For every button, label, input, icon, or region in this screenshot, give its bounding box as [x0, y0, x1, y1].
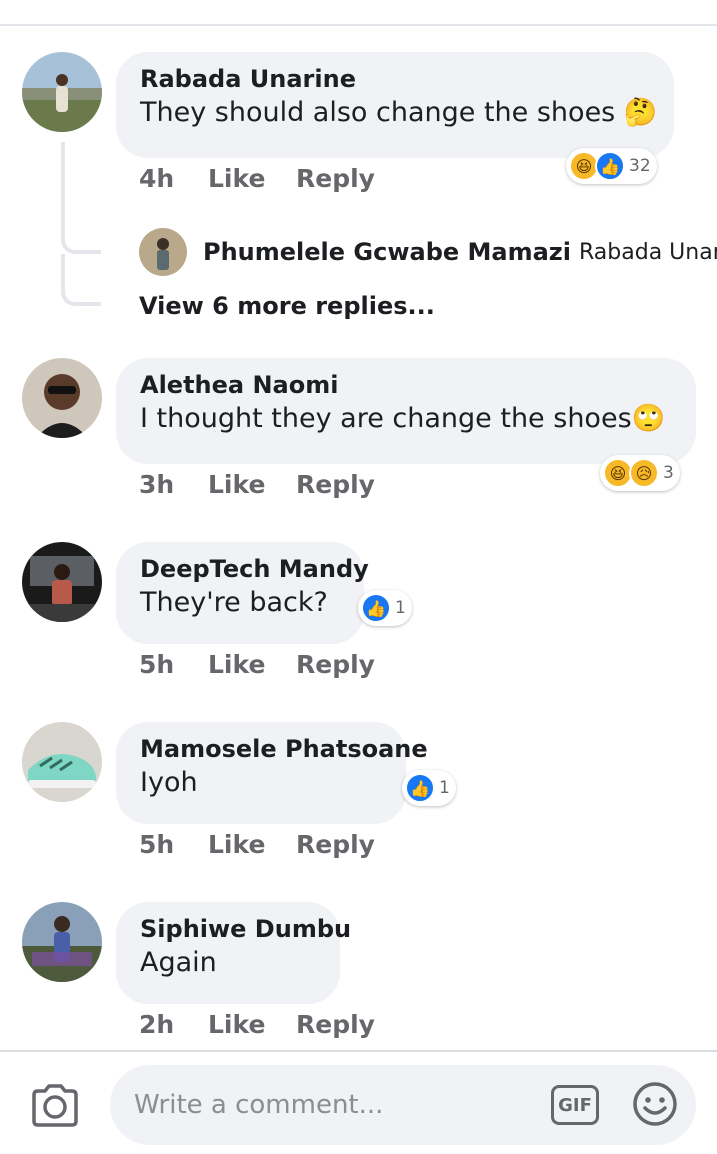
- comment-text: Iyoh: [140, 767, 198, 798]
- comment-author[interactable]: Rabada Unarine: [140, 64, 650, 94]
- reaction-count: 3: [663, 463, 674, 483]
- comment-text: Again: [140, 947, 217, 978]
- reaction-summary[interactable]: 👍 1: [402, 770, 456, 806]
- reaction-count: 32: [629, 156, 651, 176]
- view-more-replies-link[interactable]: View 6 more replies...: [139, 292, 435, 320]
- like-reaction-icon: 👍: [361, 593, 391, 623]
- sad-reaction-icon: 😥: [629, 458, 659, 488]
- comment-timestamp[interactable]: 5h: [139, 650, 174, 679]
- comment-bubble[interactable]: Mamosele Phatsoane Iyoh: [116, 722, 428, 824]
- reply-avatar: [139, 228, 187, 276]
- avatar[interactable]: [22, 358, 102, 438]
- comment-bubble[interactable]: Alethea Naomi I thought they are change …: [116, 358, 696, 464]
- comment-composer: GIF: [0, 1050, 717, 1154]
- thread-connector: [61, 142, 101, 254]
- comment-bubble[interactable]: Rabada Unarine They should also change t…: [116, 52, 674, 158]
- reaction-count: 1: [439, 778, 450, 798]
- avatar[interactable]: [22, 722, 102, 802]
- comment-author[interactable]: Siphiwe Dumbu: [140, 914, 351, 944]
- thread-connector: [61, 254, 101, 306]
- like-button[interactable]: Like: [208, 470, 265, 499]
- comment-text: They should also change the shoes 🤔: [140, 97, 658, 128]
- top-divider: [0, 24, 717, 26]
- camera-icon[interactable]: [30, 1083, 80, 1127]
- reply-button[interactable]: Reply: [296, 1010, 375, 1039]
- like-button[interactable]: Like: [208, 164, 265, 193]
- reaction-summary[interactable]: 👍 1: [358, 590, 412, 626]
- like-button[interactable]: Like: [208, 650, 265, 679]
- comment-author[interactable]: DeepTech Mandy: [140, 554, 369, 584]
- reply-button[interactable]: Reply: [296, 470, 375, 499]
- like-reaction-icon: 👍: [405, 773, 435, 803]
- avatar[interactable]: [22, 542, 102, 622]
- comment-text: I thought they are change the shoes🙄: [140, 403, 666, 434]
- comment-timestamp[interactable]: 4h: [139, 164, 174, 193]
- comment-input[interactable]: [134, 1065, 534, 1145]
- comment-timestamp[interactable]: 5h: [139, 830, 174, 859]
- comment-bubble[interactable]: Siphiwe Dumbu Again: [116, 902, 351, 1004]
- like-reaction-icon: 👍: [595, 151, 625, 181]
- comment-text: They're back?: [140, 587, 328, 618]
- gif-icon[interactable]: GIF: [551, 1085, 599, 1125]
- reaction-count: 1: [395, 598, 406, 618]
- emoji-icon[interactable]: [632, 1081, 678, 1127]
- reply-author[interactable]: Phumelele Gcwabe Mamazi: [203, 238, 571, 266]
- avatar[interactable]: [22, 902, 102, 982]
- reply-button[interactable]: Reply: [296, 830, 375, 859]
- like-button[interactable]: Like: [208, 830, 265, 859]
- comment-timestamp[interactable]: 2h: [139, 1010, 174, 1039]
- comment-author[interactable]: Alethea Naomi: [140, 370, 672, 400]
- reaction-summary[interactable]: 😆 😥 3: [600, 455, 680, 491]
- reply-preview[interactable]: Phumelele Gcwabe Mamazi Rabada Unar...: [139, 228, 717, 276]
- reply-snippet: Rabada Unar...: [579, 239, 717, 265]
- reaction-summary[interactable]: 😆 👍 32: [566, 148, 657, 184]
- comment-timestamp[interactable]: 3h: [139, 470, 174, 499]
- reply-button[interactable]: Reply: [296, 650, 375, 679]
- comment-input-container: GIF: [110, 1065, 696, 1145]
- comment-bubble[interactable]: DeepTech Mandy They're back?: [116, 542, 369, 644]
- reply-button[interactable]: Reply: [296, 164, 375, 193]
- comment-author[interactable]: Mamosele Phatsoane: [140, 734, 428, 764]
- like-button[interactable]: Like: [208, 1010, 265, 1039]
- avatar[interactable]: [22, 52, 102, 132]
